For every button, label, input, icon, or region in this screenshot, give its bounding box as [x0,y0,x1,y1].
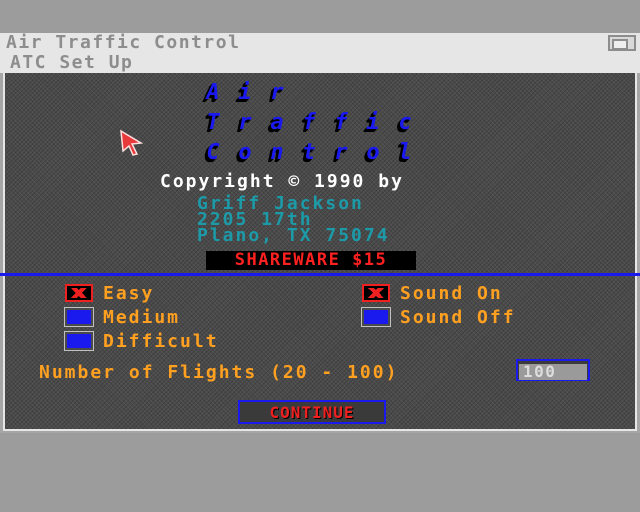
author-address: Griff Jackson 2205 17th Plano, TX 75074 [197,195,390,246]
window-title: Air Traffic Control [6,32,241,53]
difficulty-difficult-checkbox[interactable] [64,331,94,351]
title-bar[interactable]: Air Traffic Control [0,33,640,53]
arrow-cursor-icon [120,129,144,156]
logo-letter: o [366,140,382,165]
logo-letter: c [398,110,414,135]
logo-letter: r [270,80,286,105]
logo-word-air: Air [198,80,294,105]
sound-on-label: Sound On [400,282,503,304]
author-city: Plano, TX 75074 [197,225,390,246]
flights-input[interactable] [519,363,587,380]
difficulty-easy-checkbox[interactable] [65,284,93,302]
difficulty-medium-label: Medium [103,306,181,328]
difficulty-medium-checkbox[interactable] [64,307,94,327]
logo-letter: r [334,140,350,165]
copyright-text: Copyright © 1990 by [160,171,404,192]
logo-letter: n [270,140,286,165]
continue-button[interactable]: CONTINUE [238,400,386,424]
logo-letter: i [366,110,382,135]
logo-letter: a [270,110,286,135]
logo-letter: T [206,110,222,135]
screen-top-strip [0,0,640,33]
window-depth-icon[interactable] [608,35,636,51]
difficulty-easy-option[interactable]: Easy [65,282,154,304]
logo-word-traffic: Traffic [198,110,422,135]
difficulty-difficult-label: Difficult [103,330,219,352]
logo-letter: i [238,80,254,105]
screen-bottom-area [0,433,640,512]
shareware-badge: SHAREWARE $15 [206,251,416,270]
difficulty-difficult-option[interactable]: Difficult [64,330,219,352]
logo-letter: o [238,140,254,165]
difficulty-medium-option[interactable]: Medium [64,306,181,328]
logo-word-control: Control [198,140,422,165]
logo-letter: f [334,110,350,135]
flights-label: Number of Flights (20 - 100) [39,362,399,383]
screen: Air Traffic Control ATC Set Up Air Traff… [0,0,640,512]
logo-letter: t [302,140,318,165]
sound-off-checkbox[interactable] [361,307,391,327]
menu-title: ATC Set Up [10,52,134,73]
sound-off-label: Sound Off [400,306,516,328]
logo-letter: A [206,80,222,105]
section-divider [0,273,640,276]
logo-letter: C [206,140,222,165]
sound-off-option[interactable]: Sound Off [361,306,516,328]
menu-bar[interactable]: ATC Set Up [0,53,640,73]
sound-on-option[interactable]: Sound On [362,282,503,304]
logo-letter: r [238,110,254,135]
logo-letter: l [398,140,414,165]
flights-input-frame[interactable] [516,359,590,381]
difficulty-easy-label: Easy [103,282,155,304]
logo-letter: f [302,110,318,135]
sound-on-checkbox[interactable] [362,284,390,302]
